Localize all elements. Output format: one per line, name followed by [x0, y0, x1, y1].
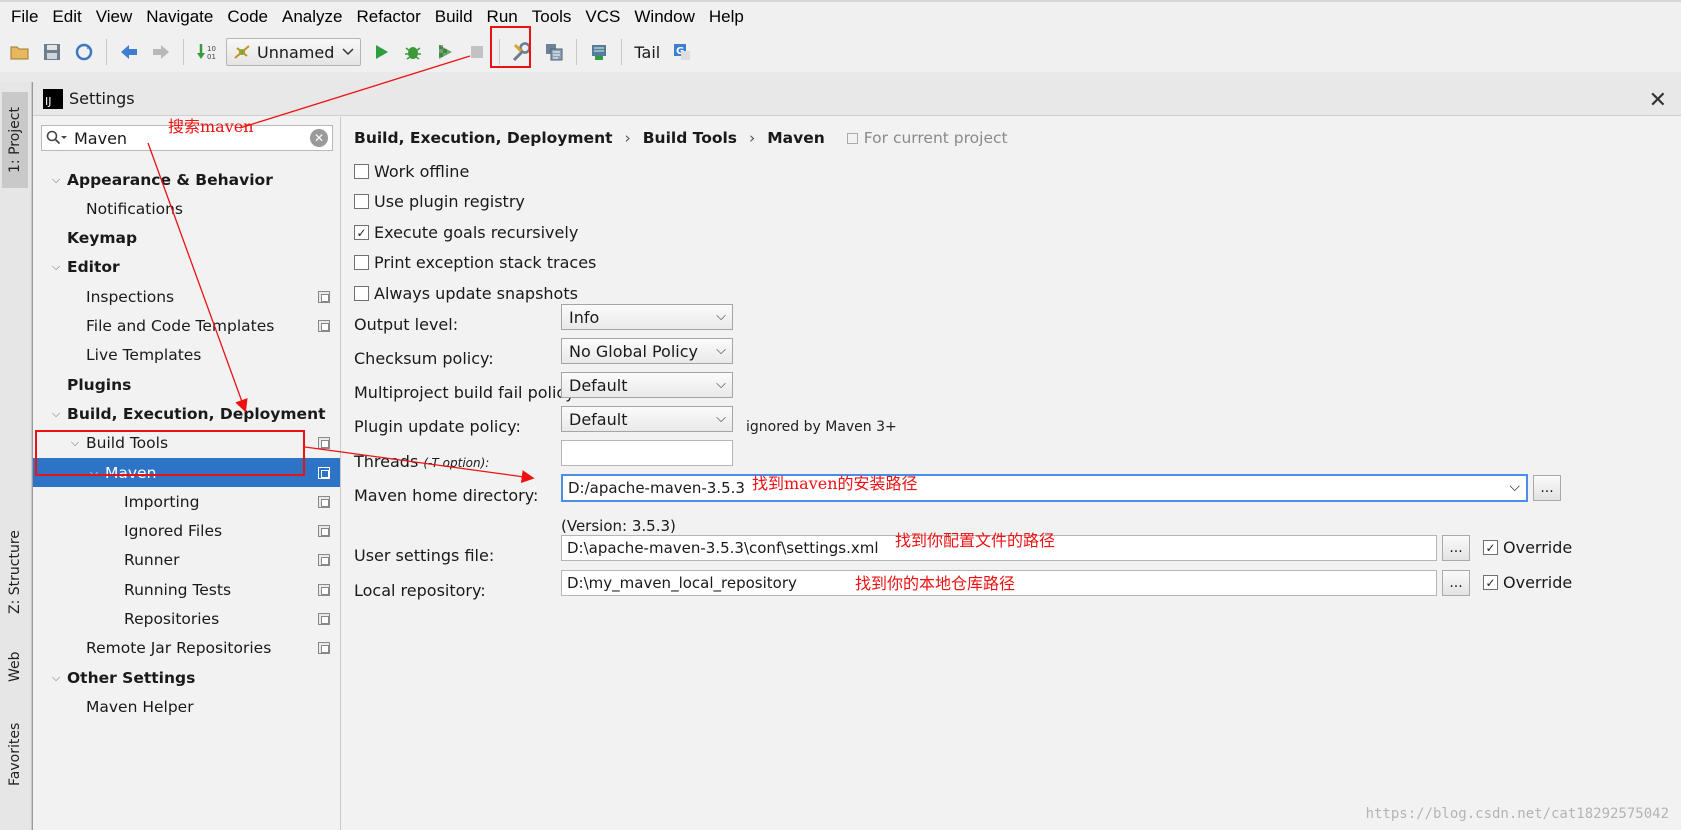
watermark: https://blog.csdn.net/cat18292575042: [1365, 806, 1669, 822]
annotation-arrows: [147, 55, 535, 484]
arrow-to-maven-home: [304, 446, 535, 484]
arrow-to-settings-button: [239, 55, 471, 129]
arrow-to-maven-node: [147, 142, 248, 413]
